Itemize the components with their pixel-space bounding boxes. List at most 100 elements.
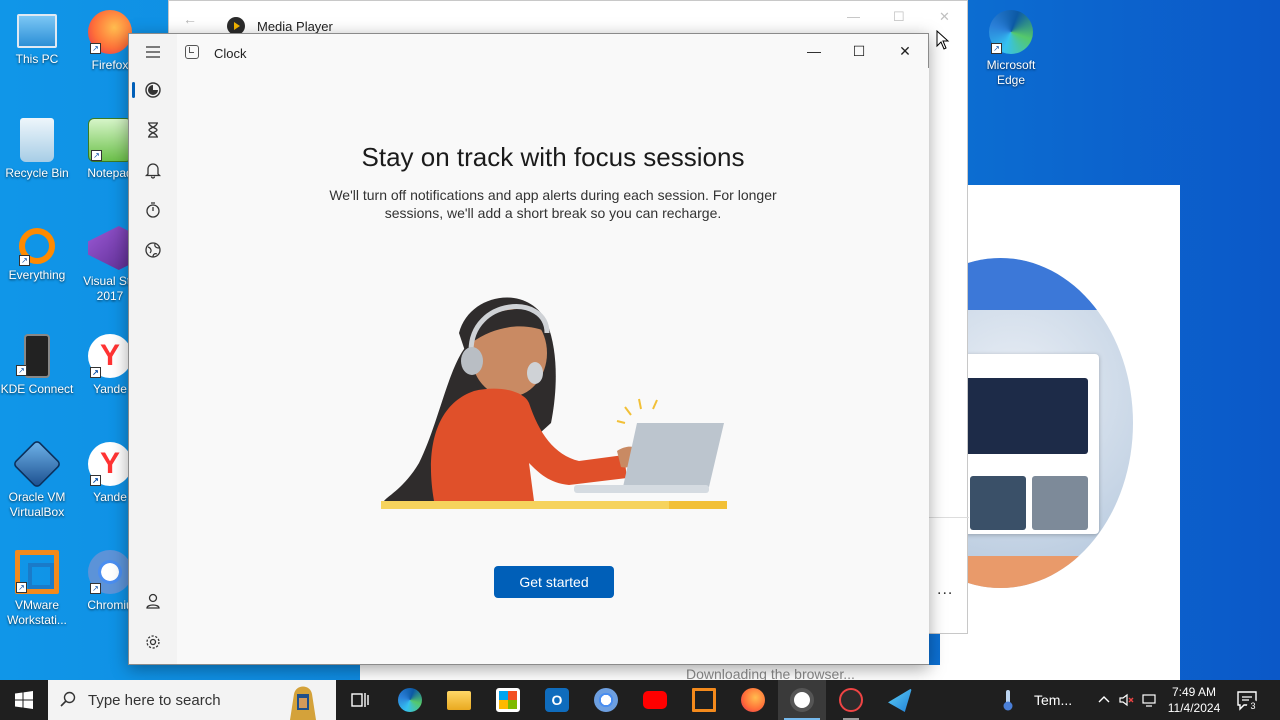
- desktop-icon-label: Yande: [93, 490, 127, 504]
- desktop-icon-recycle-bin[interactable]: Recycle Bin: [0, 118, 74, 181]
- taskbar-edge[interactable]: [386, 680, 434, 720]
- recycle-bin-icon: [20, 118, 54, 162]
- outlook-icon: O: [545, 688, 569, 712]
- virtualbox-icon: [12, 439, 62, 489]
- media-player-titlebar[interactable]: ← Media Player — ☐ ✕: [169, 1, 967, 35]
- clock-titlebar[interactable]: Clock — ☐ ✕: [129, 34, 928, 68]
- desktop-icon-label: Chromiu: [87, 598, 133, 612]
- taskbar-app-blue[interactable]: [876, 680, 924, 720]
- computer-icon: [17, 14, 57, 48]
- desktop-icon-label: VMware Workstati...: [7, 598, 67, 627]
- person-icon: [146, 593, 160, 609]
- clock-window: Clock — ☐ ✕ Stay on track with focus ses…: [128, 33, 929, 665]
- folder-icon: [447, 690, 471, 710]
- desktop-icon-label: Recycle Bin: [5, 166, 69, 180]
- firefox-icon: ↗: [88, 10, 132, 54]
- notepad-icon: ↗: [88, 118, 132, 162]
- search-highlight-image: [290, 686, 316, 720]
- nav-stopwatch[interactable]: [135, 194, 171, 226]
- chevron-up-icon[interactable]: [1096, 692, 1112, 708]
- edge-icon: ↗: [989, 10, 1033, 54]
- focus-illustration: [381, 297, 727, 509]
- firefox-icon: [741, 688, 765, 712]
- taskbar-task-view[interactable]: [336, 680, 384, 720]
- stopwatch-icon: [146, 202, 160, 218]
- desktop-icon-edge[interactable]: ↗ Microsoft Edge: [974, 10, 1048, 88]
- minimize-button[interactable]: —: [791, 38, 837, 64]
- more-options-button[interactable]: ...: [937, 581, 953, 599]
- desktop-icon-label: Everything: [8, 268, 66, 282]
- settings-button[interactable]: [135, 626, 171, 658]
- desktop-icon-everything[interactable]: ↗ Everything: [0, 226, 74, 283]
- taskbar-file-explorer[interactable]: [435, 680, 483, 720]
- edge-icon: [398, 688, 422, 712]
- desktop-icon-label: Firefox: [91, 58, 129, 72]
- taskbar-chromium[interactable]: [582, 680, 630, 720]
- taskbar-youtube[interactable]: [631, 680, 679, 720]
- youtube-icon: [643, 691, 667, 709]
- desktop-icon-label: This PC: [15, 52, 59, 66]
- desktop-icon-virtualbox[interactable]: Oracle VM VirtualBox: [0, 439, 74, 520]
- bell-icon: [144, 163, 162, 179]
- search-placeholder: Type here to search: [88, 692, 221, 709]
- mouse-cursor: [936, 30, 950, 50]
- nav-timer[interactable]: [135, 114, 171, 146]
- close-button[interactable]: ✕: [939, 9, 950, 25]
- desktop-icon-vmware[interactable]: ↗ VMware Workstati...: [0, 550, 74, 628]
- clock-title: Clock: [214, 46, 247, 61]
- back-arrow-icon[interactable]: ←: [183, 11, 197, 27]
- visual-studio-icon: [88, 226, 132, 270]
- network-icon[interactable]: [1142, 692, 1158, 708]
- task-view-icon: [351, 693, 369, 707]
- maximize-button[interactable]: ☐: [893, 9, 905, 25]
- desktop-icon-label: Notepad: [87, 166, 133, 180]
- taskbar-vmware[interactable]: [680, 680, 728, 720]
- desktop: This PC ↗ Firefox Recycle Bin ↗ Notepad …: [0, 0, 1280, 680]
- page-title: Stay on track with focus sessions: [361, 142, 745, 172]
- desktop-icon-this-pc[interactable]: This PC: [0, 10, 74, 67]
- weather-widget[interactable]: Tem...: [1000, 680, 1072, 720]
- vmware-icon: [692, 688, 716, 712]
- desktop-icon-kde-connect[interactable]: ↗ KDE Connect: [0, 334, 74, 397]
- chromium-icon: [594, 688, 618, 712]
- taskbar-search-box[interactable]: Type here to search: [48, 680, 336, 720]
- globe-icon: [145, 242, 161, 258]
- media-player-title: Media Player: [257, 19, 333, 34]
- yandex-icon: Y ↗: [88, 442, 132, 486]
- taskbar-clock-display[interactable]: 7:49 AM 11/4/2024: [1166, 684, 1222, 716]
- phone-icon: ↗: [16, 334, 50, 378]
- vmware-icon: ↗: [15, 550, 59, 594]
- close-button[interactable]: ✕: [882, 38, 928, 64]
- taskbar-time: 7:49 AM: [1171, 685, 1217, 699]
- clock-app-icon: [185, 45, 199, 59]
- store-icon: [496, 688, 520, 712]
- divider: [929, 517, 969, 518]
- magnifier-icon: ↗: [19, 228, 55, 266]
- taskbar-outlook[interactable]: O: [533, 680, 581, 720]
- desktop-icon-label: Microsoft Edge: [986, 58, 1036, 87]
- nav-focus-sessions[interactable]: [135, 74, 171, 106]
- account-button[interactable]: [135, 585, 171, 617]
- clock-sidebar: [129, 34, 177, 664]
- taskbar-clock[interactable]: [778, 680, 826, 720]
- notification-count-badge: 3: [1247, 700, 1259, 712]
- get-started-button[interactable]: Get started: [494, 566, 614, 598]
- weather-text: Tem...: [1034, 692, 1073, 708]
- media-player-icon: [839, 688, 863, 712]
- taskbar-firefox[interactable]: [729, 680, 777, 720]
- taskbar: Type here to search O Tem... 7:49 AM 11/…: [0, 680, 1280, 720]
- bird-icon: [888, 688, 912, 712]
- nav-alarm[interactable]: [135, 154, 171, 186]
- speaker-muted-icon[interactable]: [1118, 692, 1134, 708]
- gear-icon: [146, 635, 160, 649]
- taskbar-store[interactable]: [484, 680, 532, 720]
- minimize-button[interactable]: —: [847, 9, 860, 24]
- desktop-icon-label: KDE Connect: [0, 382, 74, 396]
- maximize-button[interactable]: ☐: [836, 38, 882, 64]
- thermometer-icon: [1003, 690, 1013, 711]
- start-button[interactable]: [0, 680, 48, 720]
- nav-world-clock[interactable]: [135, 234, 171, 266]
- focus-icon: [145, 82, 161, 98]
- focus-sessions-page: Stay on track with focus sessions We'll …: [177, 68, 929, 664]
- taskbar-media-player[interactable]: [827, 680, 875, 720]
